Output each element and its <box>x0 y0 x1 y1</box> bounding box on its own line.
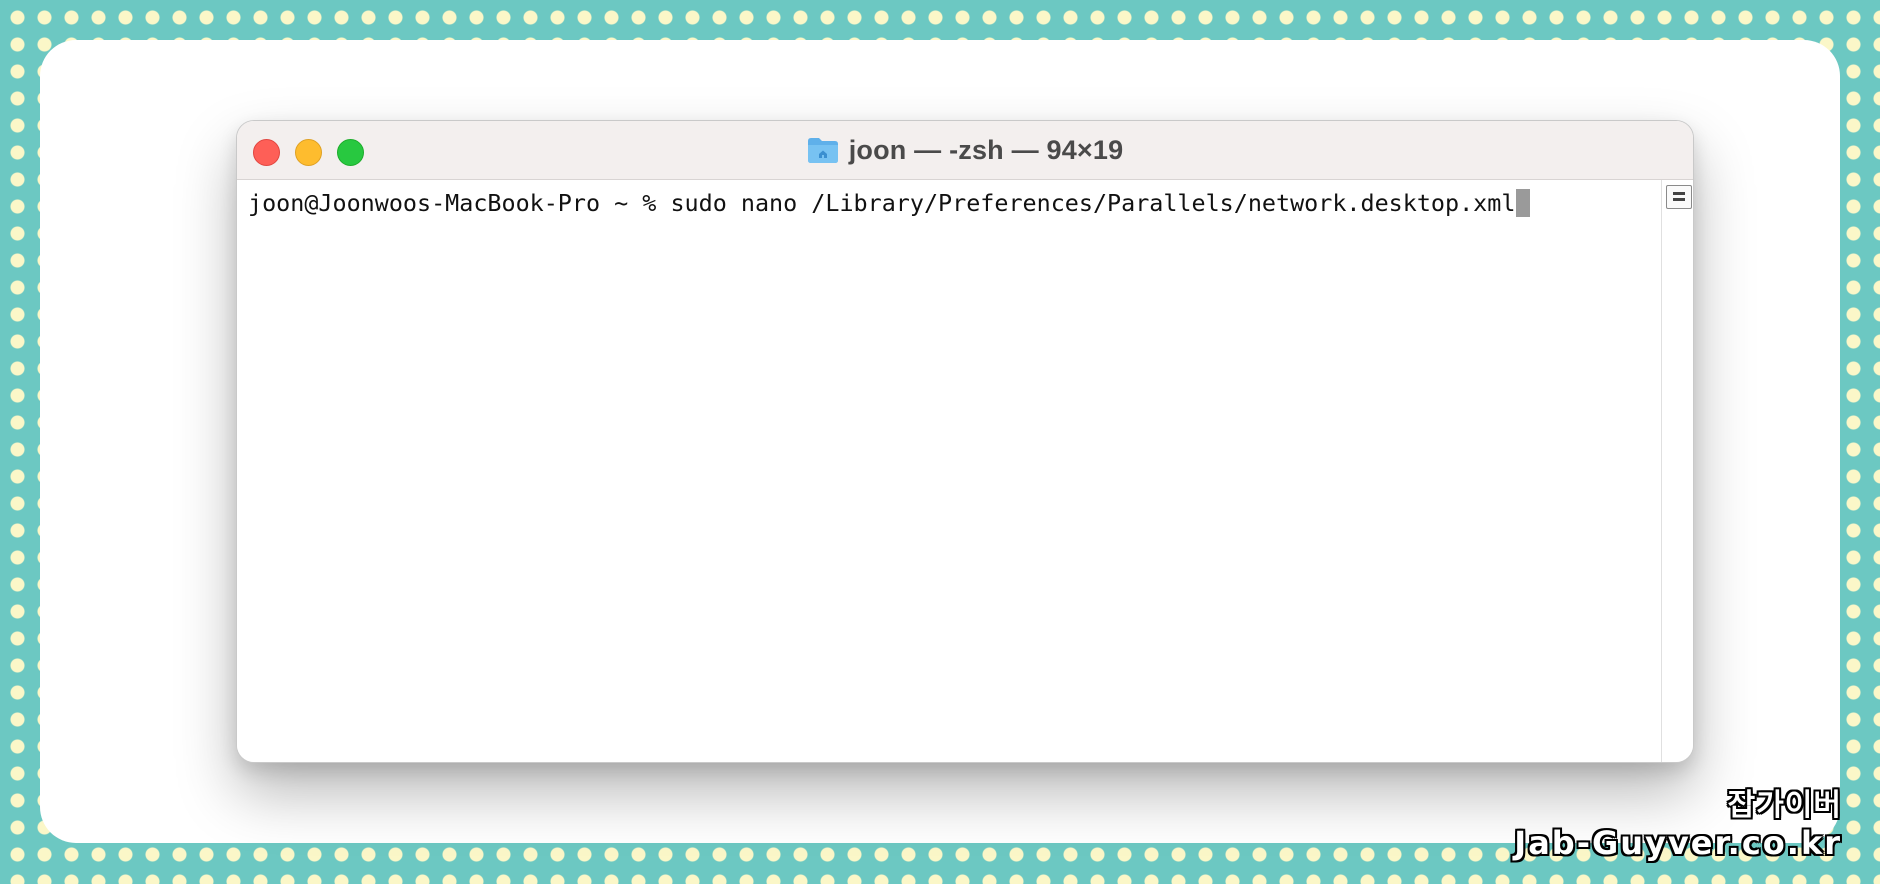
watermark-korean: 잡가이버 <box>1727 788 1842 823</box>
title-bar[interactable]: joon — -zsh — 94×19 <box>237 121 1693 180</box>
home-folder-icon <box>807 138 838 163</box>
window-title: joon — -zsh — 94×19 <box>848 134 1124 165</box>
text-cursor <box>1516 189 1531 217</box>
terminal-window: joon — -zsh — 94×19 joon@Joonwoos-MacBoo… <box>236 120 1694 763</box>
terminal-line: joon@Joonwoos-MacBook-Pro ~ % sudo nano … <box>248 188 1531 218</box>
prompt-command-text: joon@Joonwoos-MacBook-Pro ~ % sudo nano … <box>248 189 1516 217</box>
watermark: 잡가이버 Jab-Guyver.co.kr <box>1514 788 1842 862</box>
scroll-gutter[interactable] <box>1661 180 1693 762</box>
window-title-area: joon — -zsh — 94×19 <box>237 121 1693 179</box>
terminal-content[interactable]: joon@Joonwoos-MacBook-Pro ~ % sudo nano … <box>237 180 1661 762</box>
watermark-site: Jab-Guyver.co.kr <box>1514 824 1842 862</box>
split-pane-icon[interactable] <box>1666 185 1692 209</box>
